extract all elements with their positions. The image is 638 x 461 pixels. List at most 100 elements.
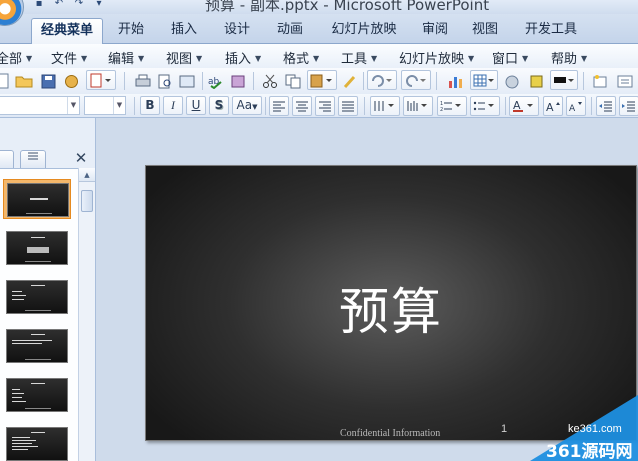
slide-preview	[6, 231, 68, 265]
menu-tools[interactable]: 工具 ▼	[341, 48, 377, 67]
svg-text:A: A	[546, 101, 554, 112]
slide-thumbnail-3[interactable]	[3, 277, 71, 317]
tab-view[interactable]: 视图	[462, 18, 508, 44]
menu-window[interactable]: 窗口 ▼	[492, 48, 528, 67]
open-folder-icon[interactable]	[14, 71, 34, 91]
slide-thumbnail-5[interactable]	[3, 375, 71, 415]
slide-thumbnail-1[interactable]	[3, 179, 71, 219]
separator	[591, 97, 592, 115]
menu-insert[interactable]: 插入 ▼	[225, 48, 261, 67]
justify-icon[interactable]	[338, 96, 358, 116]
redo-icon[interactable]: ↷	[72, 0, 86, 10]
tab-developer[interactable]: 开发工具	[516, 18, 586, 44]
permission-icon[interactable]	[61, 71, 81, 91]
decrease-indent-icon[interactable]	[596, 96, 616, 116]
research-icon[interactable]	[228, 71, 248, 91]
slide-footer[interactable]: Confidential Information	[340, 428, 440, 439]
menu-label: 编辑	[108, 52, 135, 67]
layout-icon[interactable]	[614, 71, 636, 91]
decrease-font-icon[interactable]: A	[566, 96, 586, 116]
underline-button[interactable]: U	[186, 96, 206, 115]
save-icon[interactable]: ▪	[32, 0, 46, 10]
tab-classic-menu[interactable]: 经典菜单	[31, 18, 103, 44]
chevron-down-icon: ▼	[581, 54, 588, 63]
redo-dropdown[interactable]	[401, 70, 431, 90]
menu-all[interactable]: 全部 ▼	[0, 48, 32, 67]
tab-design[interactable]: 设计	[214, 18, 260, 44]
thumbnail-scrollbar[interactable]: ▲	[78, 168, 95, 461]
scroll-thumb[interactable]	[81, 190, 93, 212]
tab-outline[interactable]	[20, 150, 46, 168]
chart-icon[interactable]	[446, 71, 466, 91]
tab-insert[interactable]: 插入	[161, 18, 207, 44]
slide-preview	[6, 378, 68, 412]
format-painter-icon[interactable]	[340, 71, 360, 91]
export-pdf-dropdown[interactable]	[86, 70, 116, 90]
align-left-icon[interactable]	[269, 96, 289, 116]
font-size-combo[interactable]: ▼	[84, 96, 126, 115]
spelling-icon[interactable]: ab	[206, 71, 226, 91]
tab-animation[interactable]: 动画	[267, 18, 313, 44]
font-color-dropdown[interactable]: A	[509, 96, 539, 116]
copy-icon[interactable]	[283, 71, 303, 91]
slide-preview	[6, 329, 68, 363]
slide-view-icon[interactable]	[177, 71, 197, 91]
menu-help[interactable]: 帮助 ▼	[551, 48, 587, 67]
menu-format[interactable]: 格式 ▼	[283, 48, 319, 67]
quick-access-toolbar: ▪ ↶ ↷ ▾	[32, 0, 106, 12]
new-slide-icon[interactable]	[590, 71, 610, 91]
tab-slideshow[interactable]: 幻灯片放映	[323, 18, 405, 44]
bold-button[interactable]: B	[140, 96, 160, 115]
menu-view[interactable]: 视图 ▼	[166, 48, 202, 67]
scroll-up-icon[interactable]: ▲	[79, 168, 95, 182]
print-icon[interactable]	[133, 71, 153, 91]
chevron-down-icon: ▼	[255, 54, 262, 63]
slide-thumbnail-6[interactable]	[3, 424, 71, 461]
clip-art-icon[interactable]	[502, 71, 522, 91]
slide-title[interactable]: 预算	[146, 272, 636, 344]
chevron-down-icon[interactable]: ▼	[113, 97, 125, 114]
menu-file[interactable]: 文件 ▼	[51, 48, 87, 67]
tab-slides[interactable]	[0, 150, 14, 168]
slide-thumbnail-4[interactable]	[3, 326, 71, 366]
bullets-dropdown[interactable]	[470, 96, 500, 116]
align-center-icon[interactable]	[292, 96, 312, 116]
shadow-button[interactable]: S	[209, 96, 229, 115]
italic-button[interactable]: I	[163, 96, 183, 115]
align-text-dropdown[interactable]	[403, 96, 433, 116]
menu-label: 幻灯片放映	[399, 52, 465, 67]
menu-slideshow[interactable]: 幻灯片放映 ▼	[399, 48, 474, 67]
watermark-url: ke361.com	[568, 423, 622, 435]
increase-font-icon[interactable]: A	[543, 96, 563, 116]
slide-number[interactable]: 1	[501, 423, 507, 435]
separator	[124, 72, 125, 90]
fill-color-icon[interactable]	[527, 71, 547, 91]
numbering-dropdown[interactable]: 12	[437, 96, 467, 116]
text-direction-dropdown[interactable]	[370, 96, 400, 116]
slide-thumbnail-2[interactable]	[3, 228, 71, 268]
menu-bar: 全部 ▼ 文件 ▼ 编辑 ▼ 视图 ▼ 插入 ▼ 格式 ▼ 工具 ▼ 幻灯片放映 ▼ 窗口 ▼ 帮…	[0, 44, 638, 68]
increase-indent-icon[interactable]	[619, 96, 638, 116]
undo-icon[interactable]: ↶	[52, 0, 66, 10]
print-preview-icon[interactable]	[155, 71, 175, 91]
change-case-button[interactable]: Aa▼	[232, 96, 262, 115]
chevron-down-icon: ▼	[81, 54, 88, 63]
chevron-down-icon: ▼	[313, 54, 320, 63]
line-color-dropdown[interactable]	[550, 70, 578, 90]
tab-home[interactable]: 开始	[108, 18, 154, 44]
close-icon[interactable]: ✕	[72, 150, 90, 168]
undo-dropdown[interactable]	[367, 70, 397, 90]
tab-review[interactable]: 审阅	[412, 18, 458, 44]
separator	[202, 72, 203, 90]
table-dropdown[interactable]	[470, 70, 498, 90]
paste-dropdown[interactable]	[307, 70, 337, 90]
menu-edit[interactable]: 编辑 ▼	[108, 48, 144, 67]
customize-icon[interactable]: ▾	[92, 0, 106, 10]
chevron-down-icon[interactable]: ▼	[67, 97, 79, 114]
slide-thumbnails[interactable]	[0, 168, 78, 461]
new-icon[interactable]	[0, 71, 10, 91]
font-name-combo[interactable]: ▼	[0, 96, 80, 115]
save-icon[interactable]	[38, 71, 58, 91]
cut-icon[interactable]	[260, 71, 280, 91]
align-right-icon[interactable]	[315, 96, 335, 116]
